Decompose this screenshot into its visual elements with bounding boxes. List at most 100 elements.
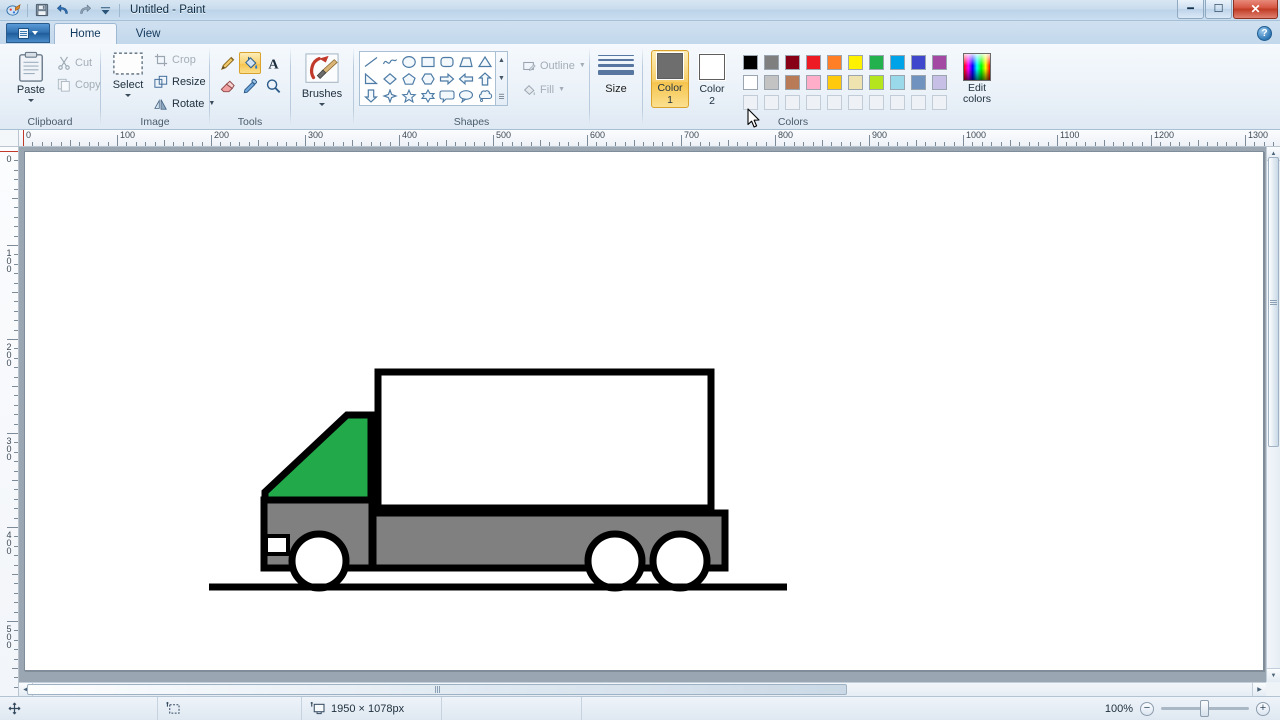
palette-swatch-r1-c4[interactable] [803, 52, 824, 72]
undo-icon[interactable] [54, 2, 72, 19]
right-arrow-shape[interactable] [437, 70, 456, 87]
oval-callout-shape[interactable] [456, 87, 475, 104]
shapes-gallery-expand-icon[interactable]: ☰ [496, 88, 507, 105]
minimize-button[interactable]: ━ [1177, 0, 1204, 19]
up-arrow-shape[interactable] [475, 70, 494, 87]
color-1-button[interactable]: Color 1 [651, 50, 689, 108]
palette-swatch-r2-c5[interactable] [824, 72, 845, 92]
outline-button[interactable]: Outline ▼ [518, 55, 590, 76]
eraser-tool[interactable] [216, 75, 238, 97]
palette-swatch-r3-c2[interactable] [761, 92, 782, 112]
shapes-gallery-scrollbar[interactable]: ▲ ▼ ☰ [496, 51, 508, 106]
palette-swatch-r2-c8[interactable] [887, 72, 908, 92]
rotate-button[interactable]: Rotate ▼ [150, 93, 219, 114]
down-arrow-shape[interactable] [361, 87, 380, 104]
palette-swatch-r1-c10[interactable] [929, 52, 950, 72]
maximize-button[interactable]: ☐ [1205, 0, 1232, 19]
five-point-star-shape[interactable] [399, 87, 418, 104]
ruler-minor-tick [934, 142, 936, 146]
six-point-star-shape[interactable] [418, 87, 437, 104]
zoom-in-button[interactable]: + [1256, 701, 1270, 716]
right-triangle-shape[interactable] [361, 70, 380, 87]
palette-swatch-r2-c2[interactable] [761, 72, 782, 92]
horizontal-scrollbar-thumb[interactable] [27, 684, 847, 695]
rounded-rectangle-shape[interactable] [437, 53, 456, 70]
scroll-right-icon[interactable]: ▶ [1252, 683, 1266, 696]
palette-swatch-r3-c8[interactable] [887, 92, 908, 112]
palette-swatch-r1-c9[interactable] [908, 52, 929, 72]
cut-button[interactable]: Cut [53, 52, 105, 73]
palette-swatch-r3-c1[interactable] [740, 92, 761, 112]
polygon-shape[interactable] [456, 53, 475, 70]
pencil-tool[interactable] [216, 52, 238, 74]
palette-swatch-r2-c9[interactable] [908, 72, 929, 92]
help-icon[interactable]: ? [1257, 26, 1272, 41]
vertical-scrollbar[interactable]: ▲ ▼ [1266, 147, 1280, 682]
customize-quick-access-toolbar-icon[interactable] [96, 2, 114, 19]
crop-button[interactable]: Crop [150, 49, 219, 70]
zoom-out-button[interactable]: − [1140, 701, 1154, 716]
cloud-callout-shape[interactable] [475, 87, 494, 104]
redo-icon[interactable] [75, 2, 93, 19]
copy-button[interactable]: Copy [53, 74, 105, 95]
size-button[interactable]: Size [592, 50, 640, 97]
vertical-scrollbar-thumb[interactable] [1268, 157, 1279, 447]
palette-swatch-r3-c9[interactable] [908, 92, 929, 112]
shapes-scroll-up-icon[interactable]: ▲ [496, 52, 507, 69]
palette-swatch-r1-c2[interactable] [761, 52, 782, 72]
paint-logo-icon[interactable] [4, 2, 22, 19]
drawing-canvas[interactable] [24, 151, 1264, 671]
palette-swatch-r1-c8[interactable] [887, 52, 908, 72]
diamond-shape[interactable] [380, 70, 399, 87]
tab-home[interactable]: Home [54, 23, 117, 44]
rounded-rectangular-callout-shape[interactable] [437, 87, 456, 104]
horizontal-scrollbar[interactable]: ◀ ▶ [19, 682, 1266, 696]
palette-swatch-r2-c6[interactable] [845, 72, 866, 92]
edit-colors-button[interactable]: Edit colors [959, 51, 995, 107]
magnifier-tool[interactable] [262, 75, 284, 97]
fill-with-color-tool[interactable] [239, 52, 261, 74]
palette-swatch-r3-c6[interactable] [845, 92, 866, 112]
palette-swatch-r2-c1[interactable] [740, 72, 761, 92]
zoom-slider-track[interactable] [1161, 700, 1249, 717]
triangle-shape[interactable] [475, 53, 494, 70]
palette-swatch-r1-c7[interactable] [866, 52, 887, 72]
tab-view[interactable]: View [121, 23, 176, 44]
palette-swatch-r1-c1[interactable] [740, 52, 761, 72]
hexagon-shape[interactable] [418, 70, 437, 87]
left-arrow-shape[interactable] [456, 70, 475, 87]
text-tool[interactable]: A [262, 52, 284, 74]
palette-swatch-r3-c4[interactable] [803, 92, 824, 112]
palette-swatch-r2-c3[interactable] [782, 72, 803, 92]
brushes-button[interactable]: Brushes [297, 50, 347, 109]
select-button[interactable]: Select [106, 48, 150, 100]
pentagon-shape[interactable] [399, 70, 418, 87]
save-icon[interactable] [33, 2, 51, 19]
palette-swatch-r1-c3[interactable] [782, 52, 803, 72]
palette-swatch-r2-c10[interactable] [929, 72, 950, 92]
scroll-down-icon[interactable]: ▼ [1267, 668, 1280, 682]
resize-button[interactable]: Resize [150, 71, 219, 92]
palette-swatch-r3-c7[interactable] [866, 92, 887, 112]
zoom-slider-thumb[interactable] [1200, 700, 1209, 717]
palette-swatch-r3-c3[interactable] [782, 92, 803, 112]
color-2-button[interactable]: Color 2 [693, 51, 731, 109]
palette-swatch-r2-c4[interactable] [803, 72, 824, 92]
fill-button[interactable]: Fill ▼ [518, 79, 590, 100]
paste-button[interactable]: Paste [9, 48, 53, 105]
palette-swatch-r1-c6[interactable] [845, 52, 866, 72]
close-button[interactable]: ✕ [1233, 0, 1278, 19]
application-menu-button[interactable] [6, 23, 50, 43]
oval-shape[interactable] [399, 53, 418, 70]
canvas-area[interactable] [19, 147, 1266, 682]
shapes-scroll-down-icon[interactable]: ▼ [496, 70, 507, 87]
four-point-star-shape[interactable] [380, 87, 399, 104]
curve-shape[interactable] [380, 53, 399, 70]
rectangle-shape[interactable] [418, 53, 437, 70]
palette-swatch-r3-c10[interactable] [929, 92, 950, 112]
palette-swatch-r2-c7[interactable] [866, 72, 887, 92]
palette-swatch-r1-c5[interactable] [824, 52, 845, 72]
line-shape[interactable] [361, 53, 380, 70]
color-picker-tool[interactable] [239, 75, 261, 97]
palette-swatch-r3-c5[interactable] [824, 92, 845, 112]
